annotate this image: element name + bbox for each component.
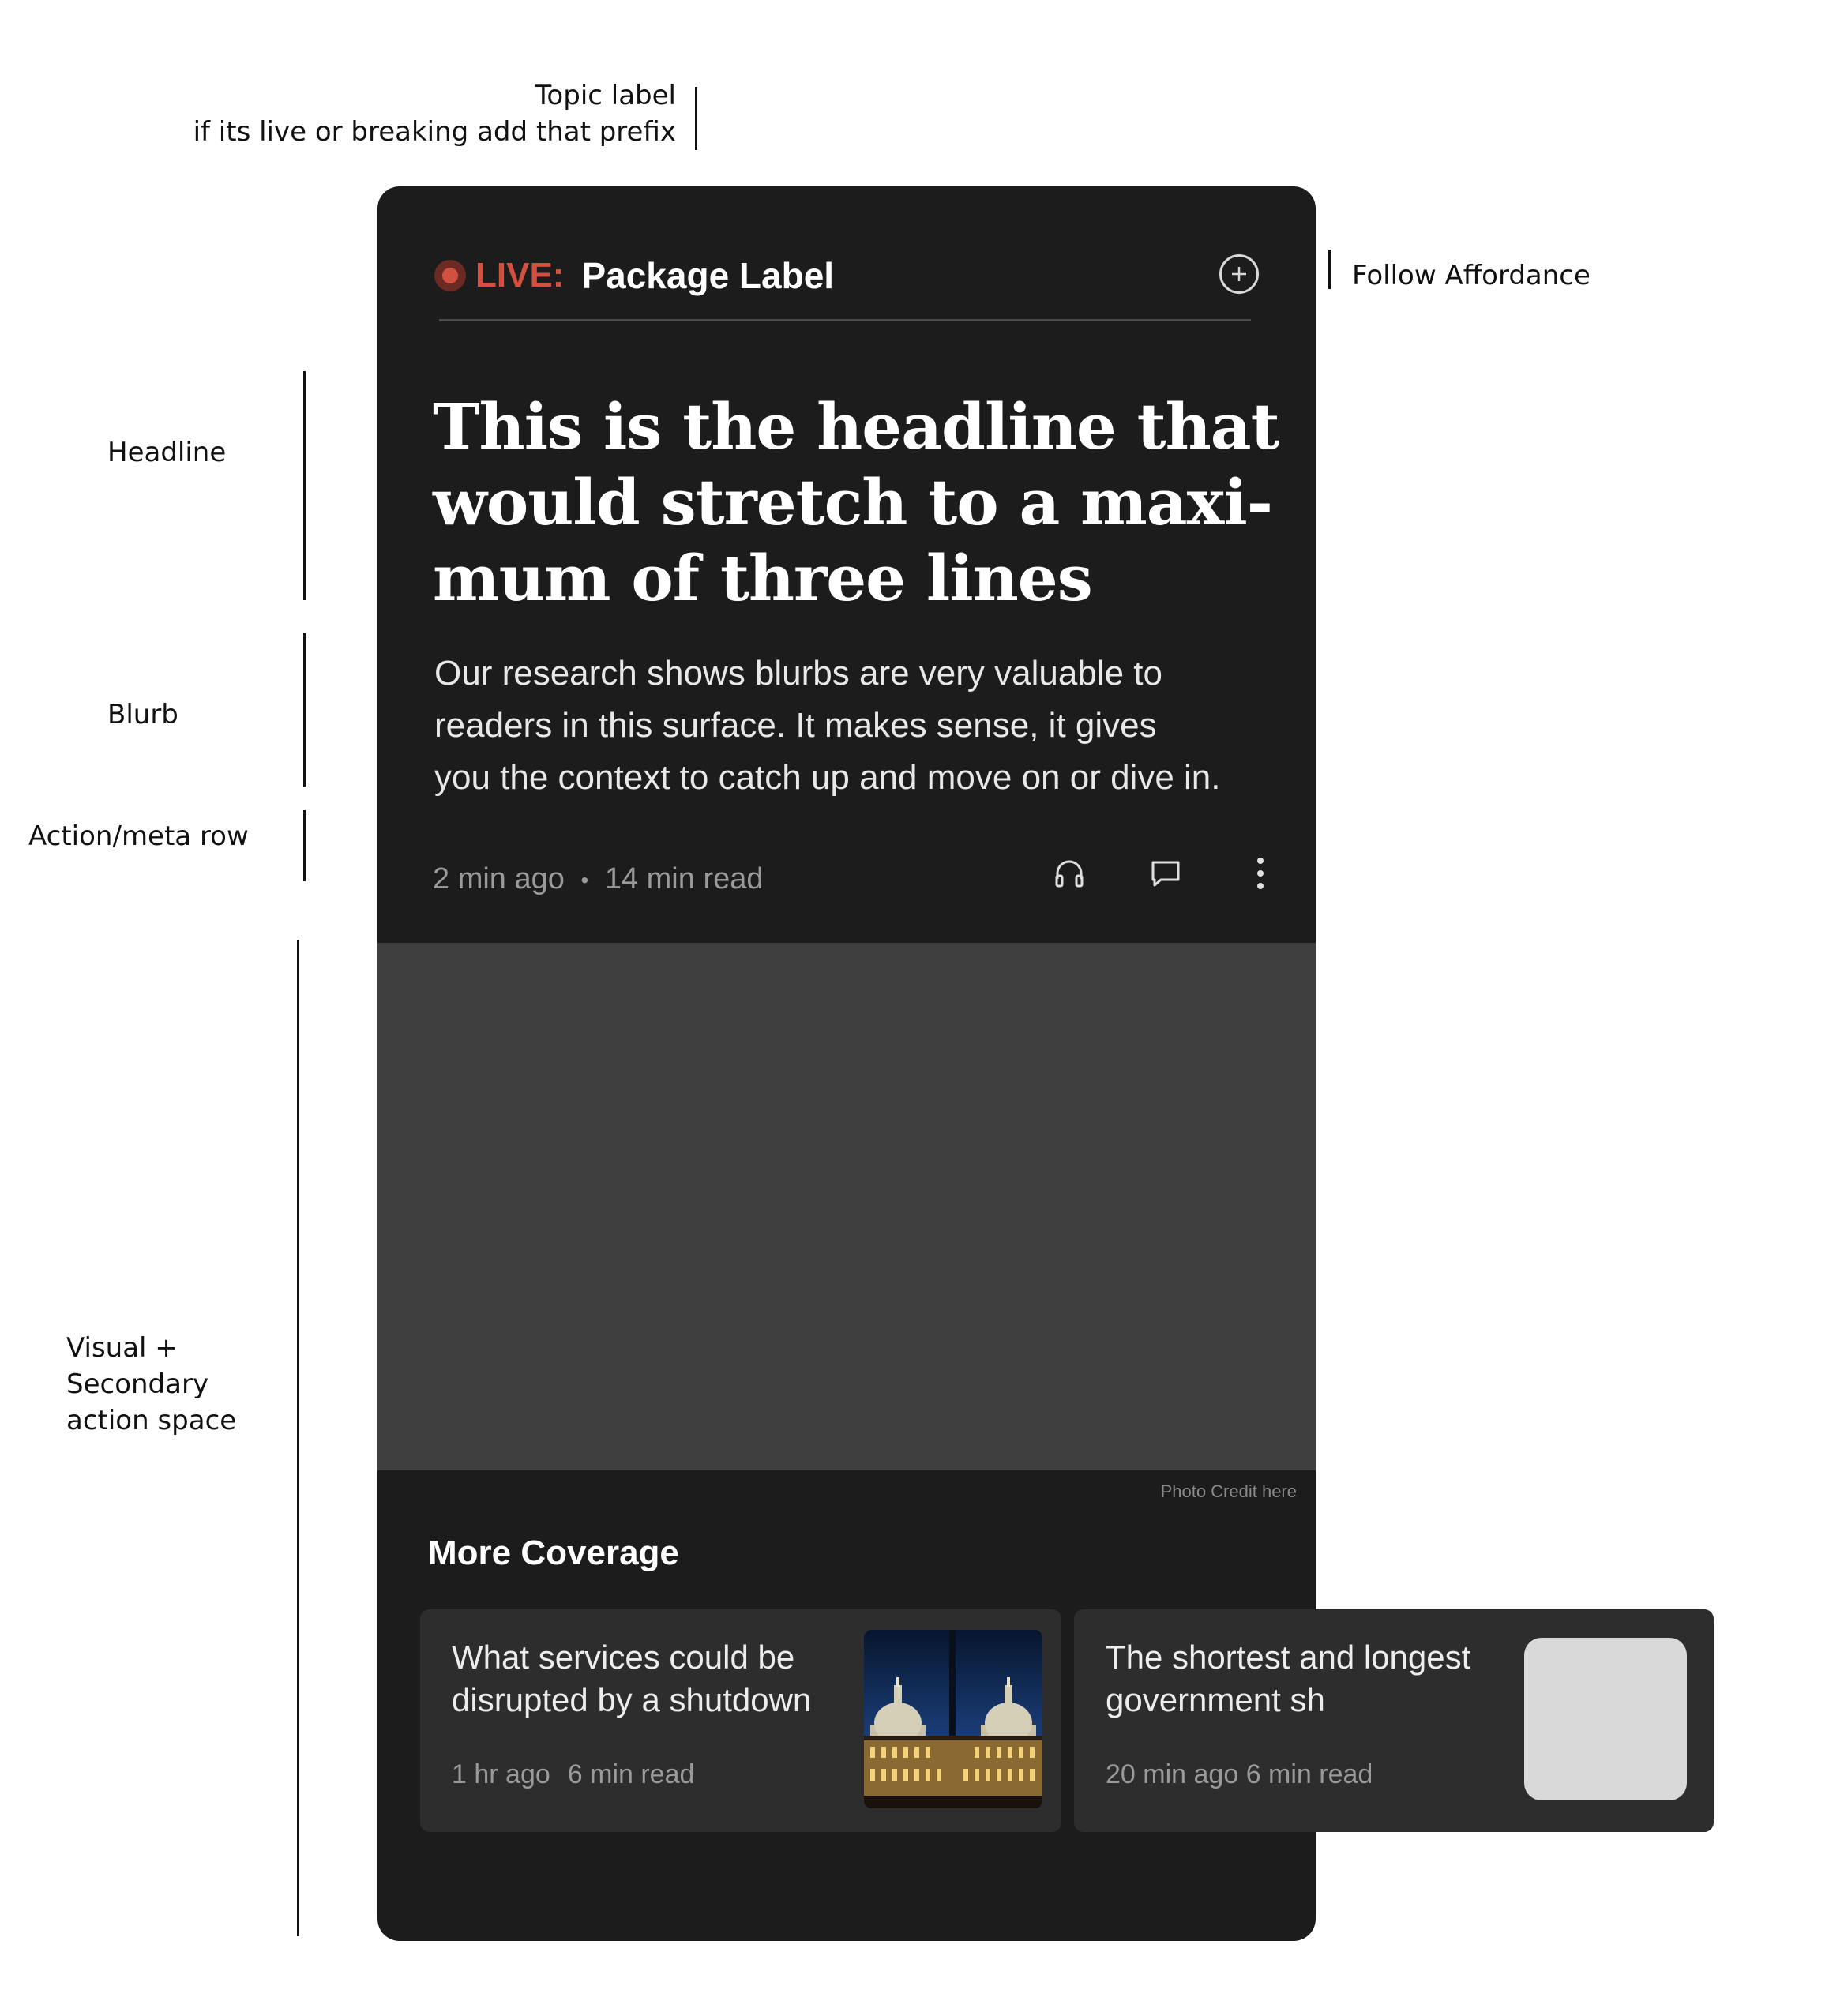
more-options-button[interactable] [1237, 850, 1284, 897]
plus-circle-icon [1232, 267, 1246, 281]
annotation-line-topic [695, 87, 697, 150]
comment-button[interactable] [1142, 850, 1189, 897]
package-label[interactable]: Package Label [581, 254, 834, 297]
blurb-line: readers in this surface. It makes sense,… [434, 706, 1157, 745]
more-coverage-carousel[interactable]: What services could be disrupted by a sh… [420, 1609, 1714, 1832]
story-title-line: government sh [1106, 1681, 1325, 1718]
blurb-line: you the context to catch up and move on … [434, 758, 1221, 797]
story-time: 1 hr ago [452, 1759, 550, 1789]
annotation-blurb: Blurb [107, 699, 178, 730]
meta-read-time: 14 min read [604, 862, 764, 895]
meta-timestamp: 2 min ago [433, 862, 565, 895]
story-read-time: 6 min read [1245, 1759, 1373, 1789]
story-card[interactable]: What services could be disrupted by a sh… [420, 1609, 1061, 1832]
more-coverage-heading: More Coverage [428, 1534, 679, 1572]
annotation-line-follow [1328, 250, 1331, 289]
annotation-topic-label: Topic label if its live or breaking add … [193, 80, 676, 148]
headline-line: would stretch to a maxi- [433, 465, 1273, 539]
meta-info: 2 min ago • 14 min read [433, 859, 764, 900]
annotation-line-visual [297, 940, 299, 1936]
header-divider [439, 319, 1251, 321]
headline[interactable]: This is the headline that would stretch … [433, 389, 1280, 616]
more-vertical-icon [1257, 858, 1264, 889]
annotation-line-blurb [303, 633, 306, 787]
story-title-line: The shortest and longest [1106, 1639, 1471, 1676]
follow-button[interactable] [1219, 254, 1259, 294]
annotation-follow: Follow Affordance [1352, 260, 1591, 291]
story-title-line: What services could be [452, 1639, 795, 1676]
topic-label-row: LIVE: Package Label [434, 250, 1259, 302]
annotation-meta-row: Action/meta row [28, 820, 249, 852]
story-title: The shortest and longest government sh [1106, 1636, 1516, 1721]
meta-separator: • [580, 867, 589, 892]
headline-line: This is the headline that [433, 389, 1280, 464]
annotation-line-headline [303, 371, 306, 600]
visual-placeholder[interactable] [377, 943, 1316, 1470]
story-card[interactable]: The shortest and longest government sh 2… [1074, 1609, 1714, 1832]
action-meta-row: 2 min ago • 14 min read [433, 850, 1264, 905]
blurb: Our research shows blurbs are very valua… [434, 648, 1271, 804]
live-prefix: LIVE: [475, 256, 565, 295]
story-thumbnail-placeholder [1524, 1638, 1687, 1800]
story-time: 20 min ago [1106, 1759, 1239, 1789]
headphones-icon [1055, 860, 1084, 888]
story-meta: 1 hr ago 6 min read [452, 1759, 694, 1790]
capitol-building-image [864, 1630, 1042, 1808]
photo-credit: Photo Credit here [1160, 1481, 1297, 1501]
annotation-headline: Headline [107, 437, 227, 468]
comment-icon [1151, 861, 1180, 887]
story-read-time: 6 min read [567, 1759, 695, 1789]
listen-button[interactable] [1046, 850, 1093, 897]
blurb-line: Our research shows blurbs are very valua… [434, 654, 1162, 693]
story-thumbnail [864, 1630, 1042, 1808]
annotation-visual: Visual + Secondary action space [66, 1332, 237, 1436]
annotation-line-meta [303, 810, 306, 881]
story-title-line: disrupted by a shutdown [452, 1681, 812, 1718]
story-meta: 20 min ago 6 min read [1106, 1759, 1373, 1790]
live-indicator-icon [434, 260, 466, 291]
headline-line: mum of three lines [433, 541, 1093, 615]
story-title: What services could be disrupted by a sh… [452, 1636, 862, 1721]
